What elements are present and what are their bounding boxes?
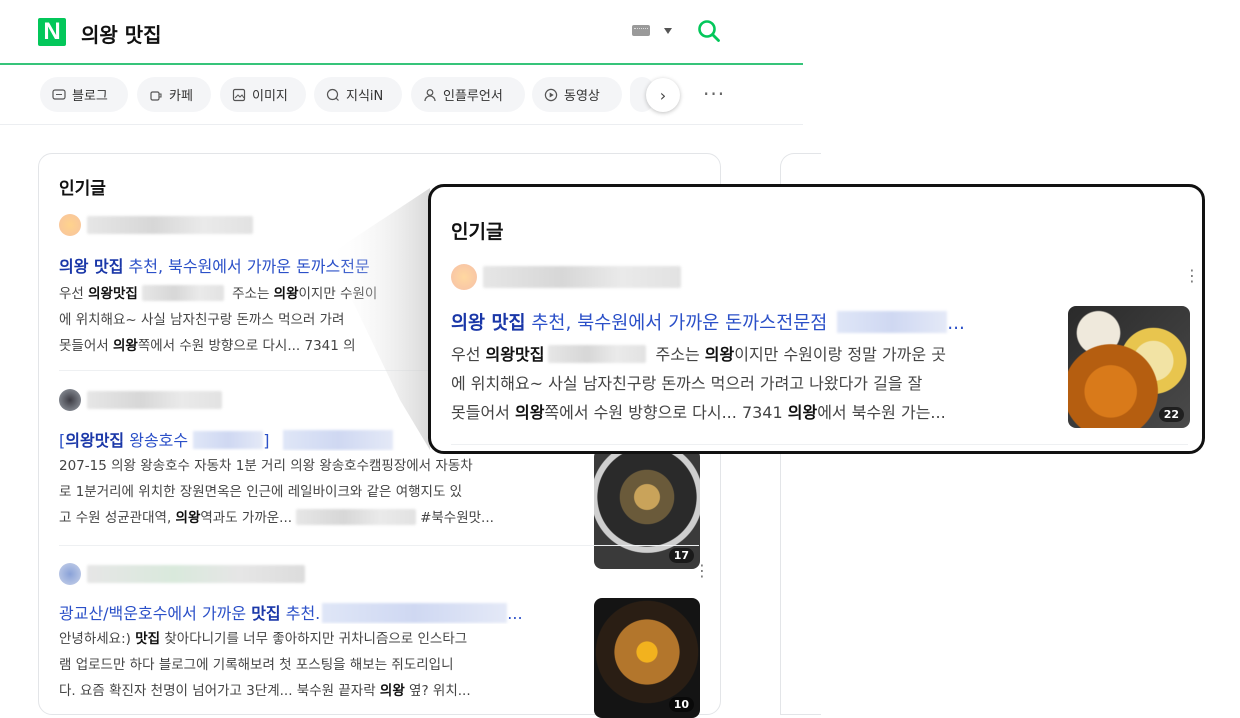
image-count-badge: 17	[668, 548, 694, 563]
post-title[interactable]: 광교산/백운호수에서 가까운 맛집 추천....	[59, 599, 579, 624]
avatar[interactable]	[451, 264, 477, 290]
avatar[interactable]	[59, 214, 81, 236]
chevron-right-icon: ›	[659, 85, 667, 105]
tab-influencer[interactable]: 인플루언서	[411, 77, 525, 112]
cafe-icon	[150, 90, 162, 101]
tab-label: 카페	[169, 89, 193, 104]
logo-letter: N	[43, 18, 61, 45]
tab-label: 지식iN	[346, 89, 384, 104]
blog-icon	[52, 88, 66, 100]
more-options-icon[interactable]: ⋮	[1184, 268, 1200, 284]
tab-knowledge[interactable]: 지식iN	[314, 77, 402, 112]
section-title: 인기글	[451, 221, 504, 243]
search-header: N 의왕 맛집	[0, 0, 803, 65]
author-name-blurred[interactable]	[483, 266, 681, 288]
section-title: 인기글	[59, 179, 106, 199]
search-icon[interactable]	[697, 19, 721, 43]
post-thumbnail[interactable]: 10	[594, 598, 700, 718]
keyboard-icon[interactable]	[632, 25, 650, 36]
post-snippet: 안녕하세요:) 맛집 찾아다니기를 너무 좋아하지만 귀차니즘으로 인스타그 램…	[59, 631, 471, 699]
knowledge-icon	[326, 88, 339, 101]
tab-video[interactable]: 동영상	[532, 77, 622, 112]
post-title[interactable]: 의왕 맛집 추천, 북수원에서 가까운 돈까스전문	[59, 253, 429, 277]
tab-blog[interactable]: 블로그	[40, 77, 128, 112]
tab-label: 블로그	[72, 89, 108, 104]
post-snippet: 우선 의왕맛집 주소는 의왕이지만 수원이 에 위치해요~ 사실 남자친구랑 돈…	[59, 285, 378, 354]
divider	[451, 444, 1188, 445]
chevron-down-icon[interactable]	[664, 28, 672, 34]
play-icon	[544, 88, 558, 101]
person-icon	[424, 88, 436, 101]
title-text: 추천, 북수원에서 가까운 돈까스전문	[123, 257, 370, 276]
image-icon	[232, 88, 246, 101]
image-count-badge: 10	[668, 697, 694, 712]
divider	[0, 124, 803, 125]
author-name-blurred[interactable]	[87, 216, 253, 234]
more-options-icon[interactable]: ⋮	[694, 563, 710, 579]
naver-logo[interactable]: N	[38, 18, 66, 46]
divider	[59, 545, 699, 546]
avatar[interactable]	[59, 389, 81, 411]
post-thumbnail[interactable]: 22	[1068, 306, 1190, 428]
post-title[interactable]: 의왕 맛집 추천, 북수원에서 가까운 돈까스전문점...	[451, 307, 1051, 335]
post-snippet: 우선 의왕맛집 주소는 의왕이지만 수원이랑 정말 가까운 곳 에 위치해요~ …	[451, 345, 946, 422]
tab-cafe[interactable]: 카페	[137, 77, 211, 112]
title-highlight: 의왕 맛집	[59, 257, 124, 276]
tab-image[interactable]: 이미지	[220, 77, 306, 112]
avatar[interactable]	[59, 563, 81, 585]
tabs-scroll-right-button[interactable]: ›	[646, 78, 680, 112]
more-options-icon[interactable]: ···	[703, 82, 725, 106]
search-query[interactable]: 의왕 맛집	[81, 19, 162, 48]
zoom-callout: 인기글 ⋮ 의왕 맛집 추천, 북수원에서 가까운 돈까스전문점... 우선 의…	[428, 184, 1205, 454]
author-name-blurred[interactable]	[87, 391, 222, 409]
tab-label: 이미지	[252, 89, 288, 104]
post-title[interactable]: [의왕맛집 왕송호수 ]	[59, 426, 419, 451]
tab-label: 인플루언서	[443, 89, 503, 104]
author-name-blurred[interactable]	[87, 565, 305, 583]
tab-label: 동영상	[564, 89, 600, 104]
image-count-badge: 22	[1158, 407, 1184, 422]
post-thumbnail[interactable]: 17	[594, 449, 700, 569]
post-snippet: 207-15 의왕 왕송호수 자동차 1분 거리 의왕 왕송호수캠핑장에서 자동…	[59, 458, 494, 526]
